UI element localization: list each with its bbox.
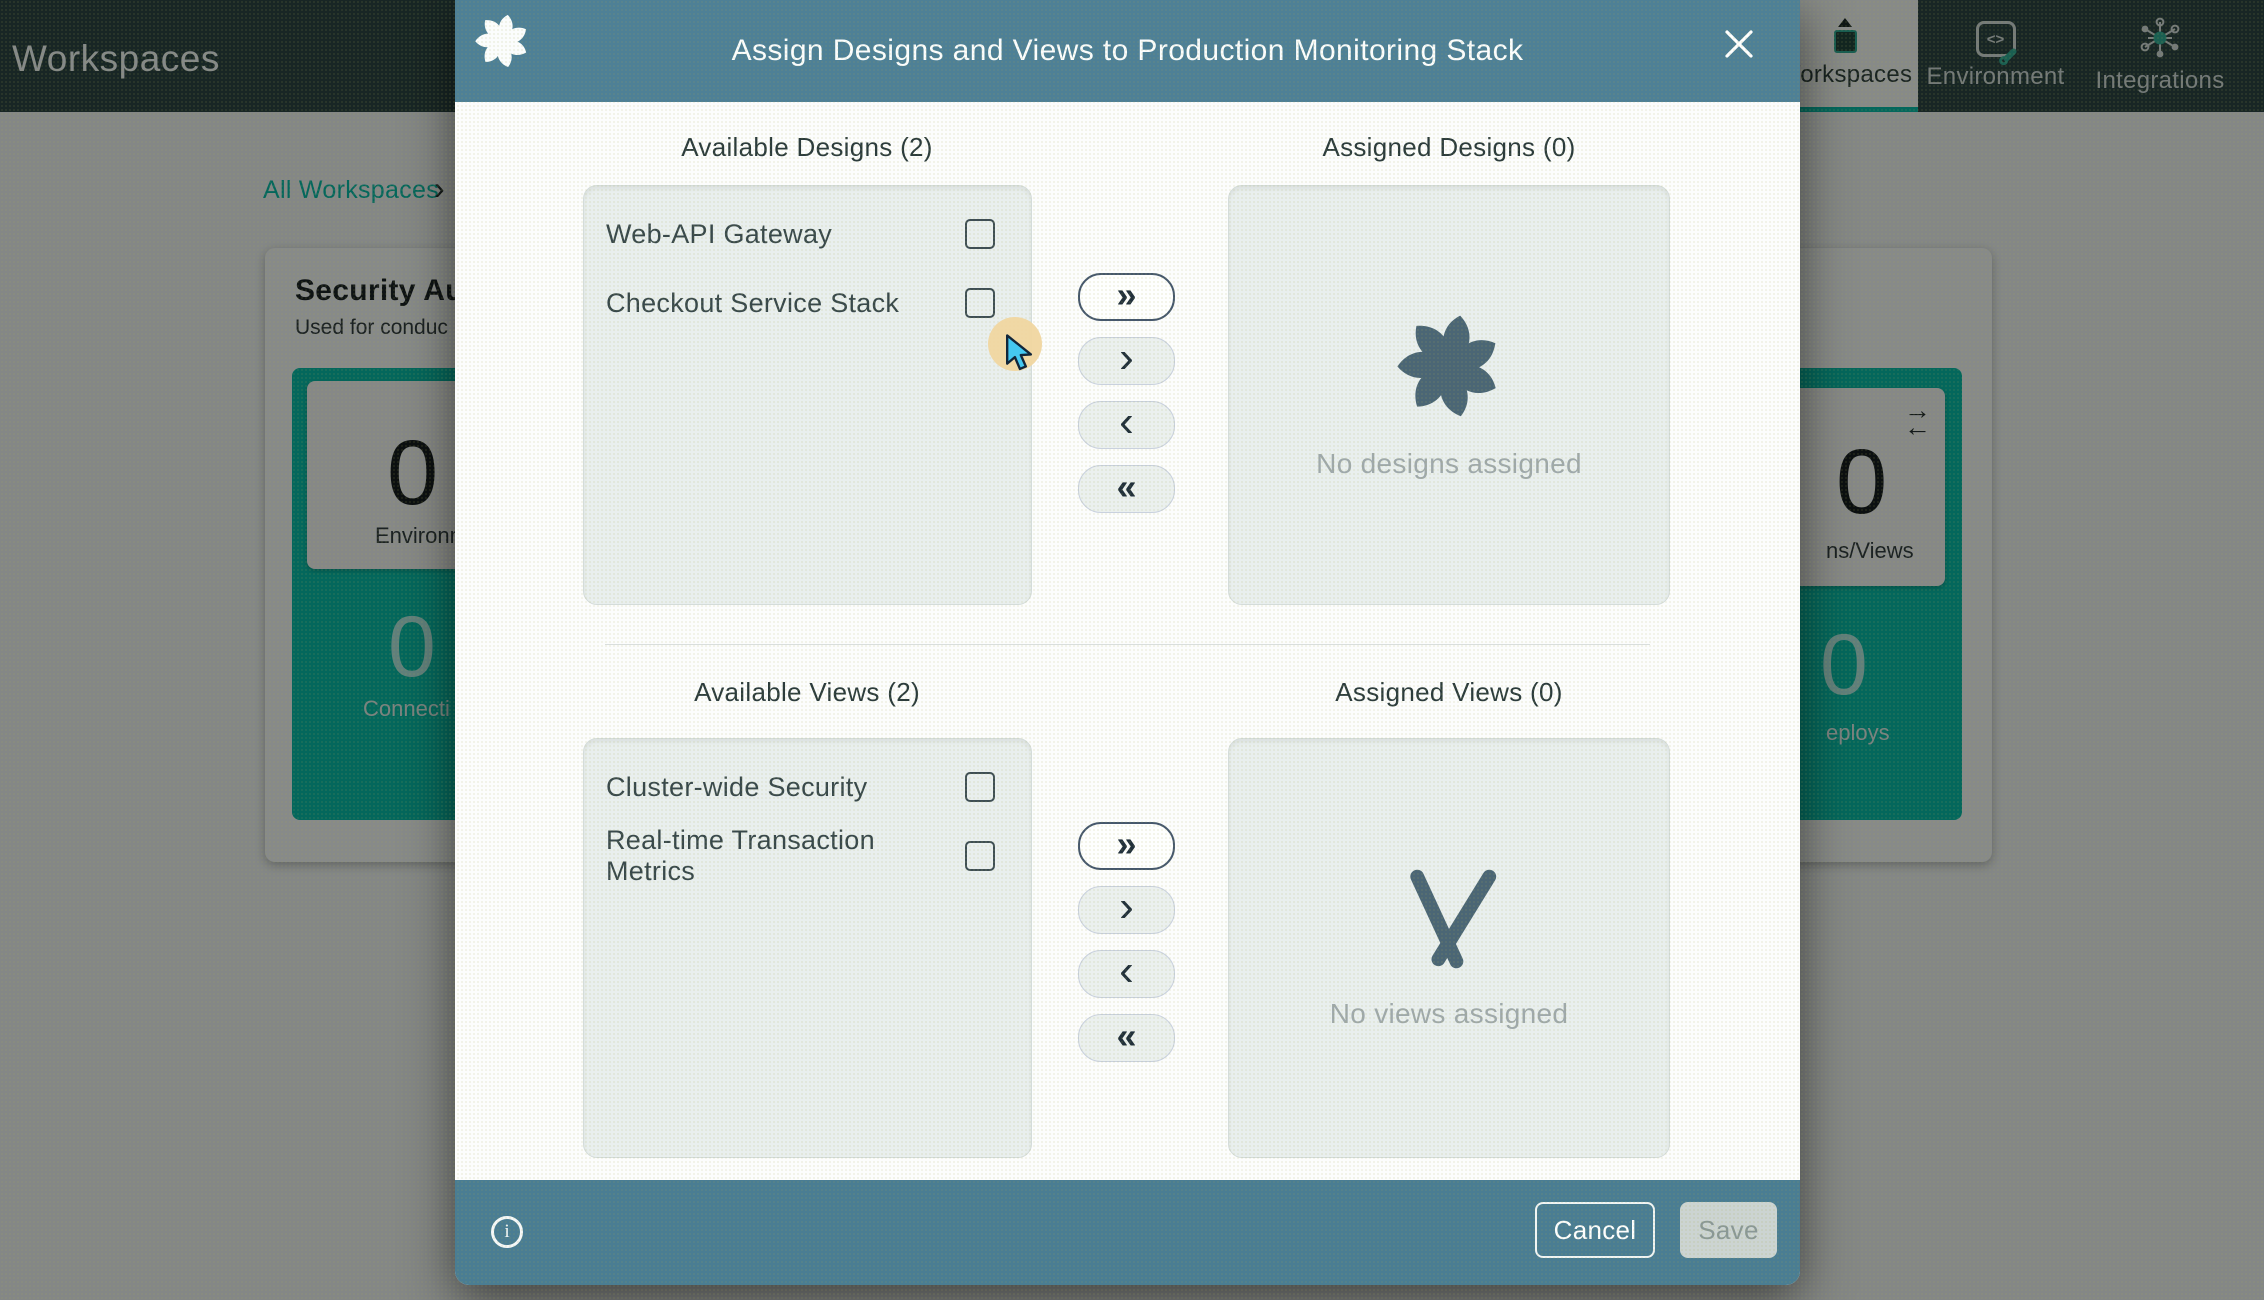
list-item-view[interactable]: Cluster-wide Security — [606, 755, 995, 819]
cancel-button[interactable]: Cancel — [1535, 1202, 1655, 1258]
screen: Workspaces Workspaces <> Environment — [0, 0, 2264, 1300]
assigned-designs-panel: No designs assigned — [1228, 185, 1670, 605]
double-chevron-left-icon: « — [1116, 1018, 1136, 1058]
chevron-right-icon: › — [1119, 885, 1134, 935]
available-designs-list: Web-API Gateway Checkout Service Stack — [583, 185, 1032, 605]
view-checkbox[interactable] — [965, 841, 995, 871]
section-divider — [605, 644, 1650, 645]
view-label: Real-time Transaction Metrics — [606, 825, 965, 887]
meshery-logo-icon — [1393, 310, 1505, 422]
design-checkbox[interactable] — [965, 288, 995, 318]
meshery-logo-icon — [473, 12, 531, 70]
double-chevron-right-icon: » — [1116, 826, 1136, 866]
assigned-views-panel: No views assigned — [1228, 738, 1670, 1158]
move-left-button[interactable]: ‹ — [1078, 401, 1175, 449]
list-item-design[interactable]: Web-API Gateway — [606, 202, 995, 266]
empty-text: No views assigned — [1330, 998, 1569, 1030]
cursor-pointer-icon — [1004, 334, 1040, 374]
assigned-designs-title: Assigned Designs (0) — [1322, 132, 1575, 163]
no-designs-empty-state: No designs assigned — [1229, 186, 1669, 604]
move-left-button[interactable]: ‹ — [1078, 950, 1175, 998]
view-checkbox[interactable] — [965, 772, 995, 802]
no-views-empty-state: No views assigned — [1229, 739, 1669, 1157]
double-chevron-right-icon: » — [1116, 277, 1136, 317]
available-views-title: Available Views (2) — [694, 677, 920, 708]
list-item-view[interactable]: Real-time Transaction Metrics — [606, 824, 995, 888]
close-icon[interactable] — [1724, 29, 1754, 59]
available-designs-title: Available Designs (2) — [681, 132, 933, 163]
info-icon[interactable]: i — [491, 1216, 523, 1248]
move-all-left-button[interactable]: « — [1078, 1014, 1175, 1062]
chevron-left-icon: ‹ — [1119, 949, 1134, 999]
chevron-left-icon: ‹ — [1119, 400, 1134, 450]
dialog-header: Assign Designs and Views to Production M… — [455, 0, 1800, 102]
save-button: Save — [1680, 1202, 1777, 1258]
assigned-views-title: Assigned Views (0) — [1335, 677, 1562, 708]
design-checkbox[interactable] — [965, 219, 995, 249]
designs-transfer-controls: » › ‹ « — [1078, 273, 1175, 513]
move-right-button[interactable]: › — [1078, 886, 1175, 934]
chevron-right-icon: › — [1119, 336, 1134, 386]
move-all-right-button[interactable]: » — [1078, 822, 1175, 870]
design-label: Checkout Service Stack — [606, 288, 899, 319]
available-views-list: Cluster-wide Security Real-time Transact… — [583, 738, 1032, 1158]
list-item-design[interactable]: Checkout Service Stack — [606, 271, 995, 335]
views-logo-icon — [1396, 866, 1502, 972]
move-right-button[interactable]: › — [1078, 337, 1175, 385]
move-all-left-button[interactable]: « — [1078, 465, 1175, 513]
empty-text: No designs assigned — [1316, 448, 1582, 480]
dialog-footer: i Cancel Save — [455, 1180, 1800, 1285]
views-transfer-controls: » › ‹ « — [1078, 822, 1175, 1062]
double-chevron-left-icon: « — [1116, 469, 1136, 509]
view-label: Cluster-wide Security — [606, 772, 867, 803]
assign-designs-views-dialog: Assign Designs and Views to Production M… — [455, 0, 1800, 1285]
move-all-right-button[interactable]: » — [1078, 273, 1175, 321]
dialog-title: Assign Designs and Views to Production M… — [732, 34, 1524, 68]
design-label: Web-API Gateway — [606, 219, 832, 250]
